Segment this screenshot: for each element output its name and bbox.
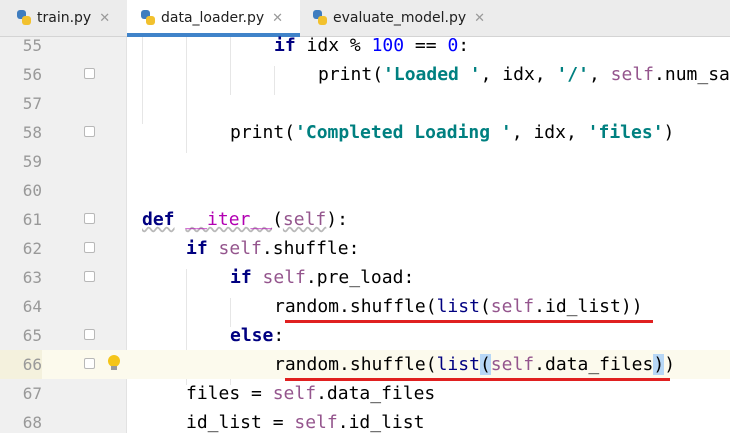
code-line: 58 print('Completed Loading ', idx, 'fil…	[0, 118, 730, 147]
red-underline-annotation	[285, 378, 670, 381]
code-text: print('Loaded ', idx, '/', self.num_sa	[318, 64, 730, 85]
python-file-icon	[16, 10, 32, 26]
code-line: 57	[0, 89, 730, 118]
close-icon[interactable]: ✕	[474, 11, 485, 26]
close-icon[interactable]: ✕	[272, 11, 283, 26]
code-text: random.shuffle(list(self.id_list))	[274, 296, 643, 317]
python-file-icon	[312, 10, 328, 26]
fold-marker-icon[interactable]	[84, 126, 95, 137]
line-number: 67	[22, 384, 42, 403]
line-number: 65	[22, 326, 42, 345]
code-text: if self.pre_load:	[230, 267, 415, 288]
tab-label: data_loader.py	[161, 10, 265, 26]
fold-marker-icon[interactable]	[84, 358, 95, 369]
code-line: 65 else:	[0, 321, 730, 350]
code-text: else:	[230, 325, 285, 346]
line-number: 59	[22, 152, 42, 171]
line-number: 64	[22, 297, 42, 316]
line-number: 57	[22, 94, 42, 113]
fold-marker-icon[interactable]	[84, 242, 95, 253]
line-number: 55	[22, 36, 42, 55]
tab-label: train.py	[37, 10, 92, 26]
close-icon[interactable]: ✕	[99, 11, 110, 26]
red-underline-annotation	[285, 320, 653, 323]
fold-marker-icon[interactable]	[84, 271, 95, 282]
code-text: files = self.data_files	[186, 383, 436, 404]
code-line: 63 if self.pre_load:	[0, 263, 730, 292]
line-number: 62	[22, 239, 42, 258]
code-line: 59	[0, 147, 730, 176]
code-text: def __iter__(self):	[142, 209, 348, 230]
lightbulb-icon[interactable]	[108, 355, 120, 370]
code-editor[interactable]: 55 if idx % 100 == 0: 56 print('Loaded '…	[0, 35, 730, 433]
code-line: 61 def __iter__(self):	[0, 205, 730, 234]
fold-marker-icon[interactable]	[84, 213, 95, 224]
code-text: random.shuffle(list(self.data_files))	[274, 354, 676, 375]
code-line: 62 if self.shuffle:	[0, 234, 730, 263]
tab-label: evaluate_model.py	[333, 10, 467, 26]
code-line: 64 random.shuffle(list(self.id_list))	[0, 292, 730, 321]
code-line-current: 66 random.shuffle(list(self.data_files))	[0, 350, 730, 379]
code-line: 55 if idx % 100 == 0:	[0, 31, 730, 60]
code-text: print('Completed Loading ', idx, 'files'…	[230, 122, 675, 143]
line-number: 66	[0, 350, 42, 379]
line-number: 60	[22, 181, 42, 200]
python-file-icon	[140, 10, 156, 26]
line-number: 58	[22, 123, 42, 142]
line-number: 63	[22, 268, 42, 287]
line-number: 56	[22, 65, 42, 84]
code-text: if self.shuffle:	[186, 238, 360, 259]
code-line: 60	[0, 176, 730, 205]
code-text: if idx % 100 == 0:	[274, 35, 470, 56]
code-line: 67 files = self.data_files	[0, 379, 730, 408]
line-number: 61	[22, 210, 42, 229]
fold-marker-icon[interactable]	[84, 68, 95, 79]
fold-marker-icon[interactable]	[84, 329, 95, 340]
code-line: 56 print('Loaded ', idx, '/', self.num_s…	[0, 60, 730, 89]
